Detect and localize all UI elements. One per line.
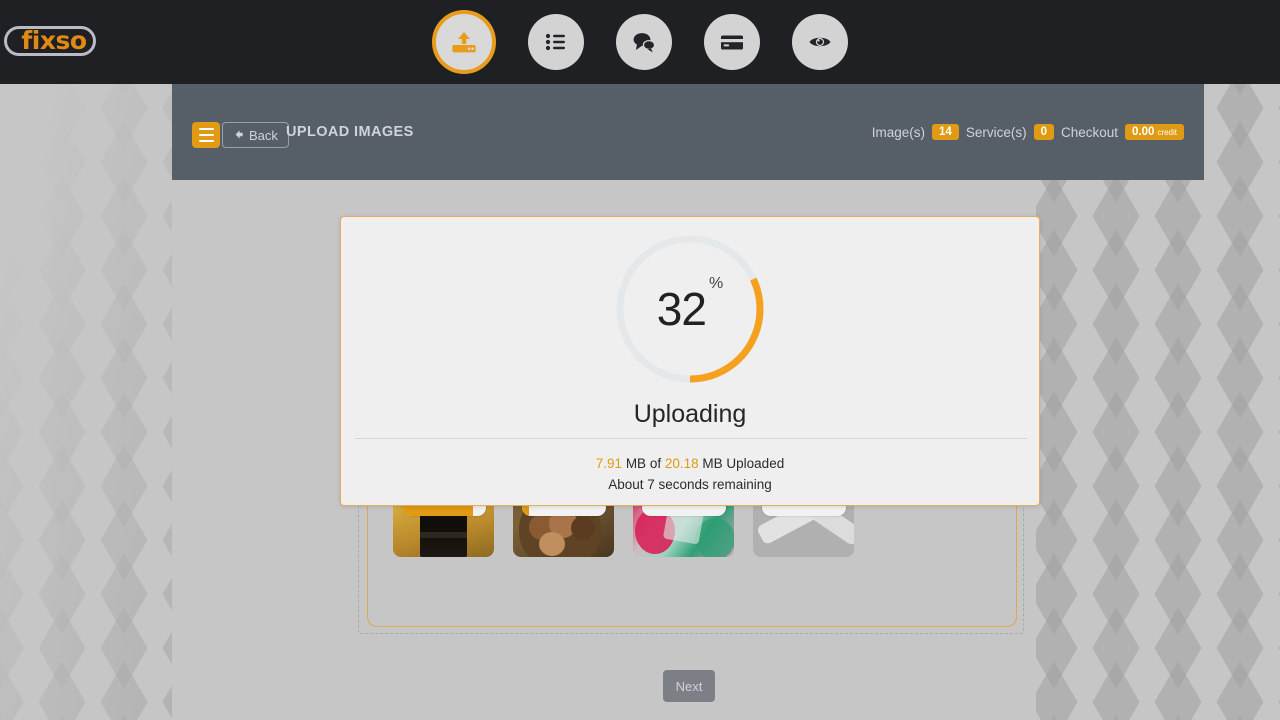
checkout-label: Checkout bbox=[1061, 124, 1119, 140]
services-count-badge: 0 bbox=[1033, 124, 1054, 140]
time-remaining-text: About 7 seconds remaining bbox=[608, 477, 772, 492]
next-button[interactable]: Next bbox=[663, 670, 715, 702]
size-unit-2: MB Uploaded bbox=[702, 456, 785, 471]
upload-detail-text: 7.91 MB of 20.18 MB Uploaded About 7 sec… bbox=[341, 453, 1039, 495]
back-button-label: Back bbox=[249, 127, 278, 143]
hamburger-menu-button[interactable] bbox=[192, 122, 220, 148]
page-header-bar: Back UPLOAD IMAGES Image(s) 14 Service(s… bbox=[172, 84, 1204, 180]
nav-billing-button[interactable] bbox=[704, 14, 760, 70]
total-size: 20.18 bbox=[664, 456, 699, 471]
checkout-amount: 0.00 bbox=[1132, 126, 1155, 138]
hamburger-line bbox=[198, 128, 214, 130]
list-icon bbox=[543, 29, 569, 55]
eye-icon bbox=[807, 29, 833, 55]
upload-size-line: 7.91 MB of 20.18 MB Uploaded bbox=[341, 453, 1039, 474]
nav-icon-group bbox=[0, 0, 1280, 84]
images-count-badge: 14 bbox=[932, 124, 959, 140]
size-unit-1: MB of bbox=[625, 456, 662, 471]
images-label: Image(s) bbox=[871, 124, 926, 140]
thumb-shape bbox=[571, 516, 595, 540]
nav-upload-button[interactable] bbox=[432, 10, 496, 74]
services-label: Service(s) bbox=[965, 124, 1027, 140]
circular-progress-ring: 32 % bbox=[610, 229, 770, 389]
progress-percent: 32 % bbox=[610, 229, 770, 389]
uploaded-size: 7.91 bbox=[595, 456, 623, 471]
top-navigation-bar: fixso bbox=[0, 0, 1280, 84]
percent-symbol: % bbox=[708, 275, 724, 292]
nav-list-button[interactable] bbox=[528, 14, 584, 70]
page-title: UPLOAD IMAGES bbox=[286, 124, 414, 140]
credit-card-icon bbox=[719, 29, 745, 55]
progress-percent-value: 32 bbox=[656, 283, 707, 335]
checkout-amount-badge[interactable]: 0.00 credit bbox=[1125, 124, 1184, 140]
thumb-shape bbox=[420, 532, 467, 538]
thumb-shape bbox=[539, 532, 565, 556]
back-button[interactable]: Back bbox=[222, 122, 289, 148]
nav-preview-button[interactable] bbox=[792, 14, 848, 70]
hamburger-line bbox=[198, 140, 214, 142]
nav-chat-button[interactable] bbox=[616, 14, 672, 70]
modal-divider bbox=[355, 438, 1027, 439]
header-summary: Image(s) 14 Service(s) 0 Checkout 0.00 c… bbox=[872, 124, 1184, 140]
checkout-unit: credit bbox=[1157, 128, 1177, 137]
upload-status-text: Uploading bbox=[633, 400, 747, 428]
chat-icon bbox=[631, 29, 657, 55]
upload-icon bbox=[450, 28, 478, 56]
upload-progress-modal: 32 % Uploading 7.91 MB of 20.18 MB Uploa… bbox=[340, 216, 1040, 506]
hamburger-line bbox=[198, 134, 214, 136]
arrow-left-icon bbox=[233, 128, 244, 143]
